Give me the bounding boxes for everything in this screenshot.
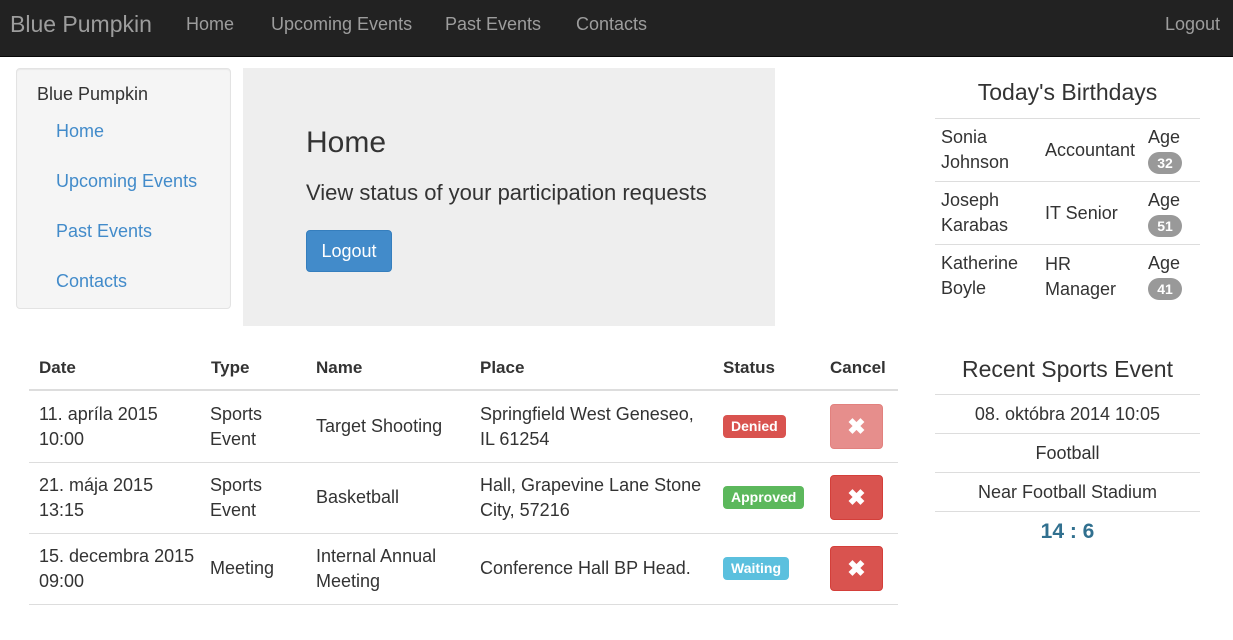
home-jumbotron: Home View status of your participation r… — [243, 68, 775, 326]
nav-link-upcoming-events[interactable]: Upcoming Events — [271, 14, 412, 35]
event-place-cell: Springfield West Geneseo, IL 61254 — [480, 402, 694, 452]
text-line: 11. apríla 2015 — [39, 404, 158, 424]
text-line: Springfield West Geneseo, — [480, 404, 694, 424]
column-header-type: Type — [211, 358, 250, 377]
table-row: 11. apríla 2015 10:00 Sports Event Target Sh… — [29, 391, 898, 463]
event-type-cell: Meeting — [210, 556, 274, 581]
text-line: Katherine — [941, 253, 1019, 273]
age-badge: 41 — [1148, 278, 1182, 300]
age-label: Age — [1148, 253, 1181, 273]
person-name: Katherine Boyle — [941, 251, 1018, 301]
text-line: 09:00 — [39, 571, 85, 591]
text-line: Internal Annual — [316, 546, 437, 566]
text-line: Johnson — [941, 152, 1010, 172]
text-line: IT Senior — [1045, 203, 1118, 223]
text-line: 15. decembra 2015 — [39, 546, 195, 566]
sports-event-title: Recent Sports Event — [962, 356, 1173, 382]
age-label: Age — [1148, 190, 1181, 210]
person-role: IT Senior — [1045, 201, 1118, 226]
column-header-name: Name — [316, 358, 363, 377]
sidebar-item-home[interactable]: Home — [56, 121, 104, 142]
text-line: Sports — [210, 475, 263, 495]
table-row: 21. mája 2015 13:15 Sports Event Basketball H… — [29, 462, 898, 534]
nav-link-home[interactable]: Home — [186, 14, 234, 35]
column-header-cancel: Cancel — [830, 358, 886, 377]
page-subtitle: View status of your participation reques… — [306, 180, 707, 205]
text-line: IL 61254 — [480, 429, 550, 449]
table-row: 15. decembra 2015 09:00 Meeting Internal An… — [29, 533, 898, 605]
sidebar-title: Blue Pumpkin — [37, 84, 149, 104]
birthdays-title: Today's Birthdays — [977, 79, 1158, 105]
close-icon: ✖ — [847, 556, 866, 581]
sports-event-date: 08. októbra 2014 10:05 — [935, 394, 1200, 433]
birthday-row: Sonia Johnson Accountant Age 32 — [935, 118, 1200, 182]
sports-event-score: 14 : 6 — [1040, 520, 1095, 543]
navbar-brand[interactable]: Blue Pumpkin — [10, 11, 152, 38]
sports-event-place: Near Football Stadium — [935, 472, 1200, 512]
text-line: 13:15 — [39, 500, 85, 520]
text-line: Target Shooting — [316, 416, 443, 436]
cancel-button[interactable]: ✖ — [830, 546, 883, 591]
event-type-cell: Sports Event — [210, 473, 262, 523]
top-navbar: Blue Pumpkin Home Upcoming Events Past E… — [0, 0, 1233, 57]
text-line: Karabas — [941, 215, 1009, 235]
event-date-cell: 11. apríla 2015 10:00 — [39, 402, 158, 452]
event-place-cell: Conference Hall BP Head. — [480, 556, 691, 581]
text-line: Conference Hall BP Head. — [480, 558, 691, 578]
text-line: Boyle — [941, 278, 987, 298]
event-date-cell: 21. mája 2015 13:15 — [39, 473, 153, 523]
text-line: Event — [210, 429, 257, 449]
sidebar-item-contacts[interactable]: Contacts — [56, 271, 127, 292]
event-place-cell: Hall, Grapevine Lane Stone City, 57216 — [480, 473, 701, 523]
person-name: Sonia Johnson — [941, 125, 1009, 175]
close-icon: ✖ — [847, 485, 866, 510]
person-role: Accountant — [1045, 138, 1135, 163]
event-name-cell: Basketball — [316, 485, 399, 510]
text-line: HR — [1045, 254, 1071, 274]
nav-link-contacts[interactable]: Contacts — [576, 14, 647, 35]
nav-link-past-events[interactable]: Past Events — [445, 14, 541, 35]
text-line: 21. mája 2015 — [39, 475, 154, 495]
status-badge: Denied — [723, 415, 786, 438]
text-line: City, 57216 — [480, 500, 570, 520]
sidebar: Blue Pumpkin Home Upcoming Events Past E… — [16, 68, 231, 309]
event-name-cell: Target Shooting — [316, 414, 442, 439]
sidebar-item-past-events[interactable]: Past Events — [56, 221, 152, 242]
page-title: Home — [306, 126, 387, 159]
cancel-button[interactable]: ✖ — [830, 475, 883, 520]
text-line: Meeting — [210, 558, 275, 578]
event-name-cell: Internal Annual Meeting — [316, 544, 436, 594]
status-badge: Approved — [723, 486, 805, 509]
person-name: Joseph Karabas — [941, 188, 1008, 238]
text-line: Meeting — [316, 571, 381, 591]
cancel-button[interactable]: ✖ — [830, 404, 883, 449]
text-line: Basketball — [316, 487, 400, 507]
person-role: HR Manager — [1045, 252, 1116, 302]
text-line: Event — [210, 500, 257, 520]
status-badge: Waiting — [723, 557, 790, 580]
age-badge: 32 — [1148, 152, 1182, 174]
column-header-status: Status — [723, 358, 775, 377]
text-line: Hall, Grapevine Lane Stone — [480, 475, 702, 495]
text-line: Manager — [1045, 279, 1117, 299]
text-line: Sonia — [941, 127, 988, 147]
text-line: Sports — [210, 404, 263, 424]
age-badge: 51 — [1148, 215, 1182, 237]
event-date-cell: 15. decembra 2015 09:00 — [39, 544, 194, 594]
text-line: Accountant — [1045, 140, 1136, 160]
column-header-place: Place — [480, 358, 525, 377]
event-type-cell: Sports Event — [210, 402, 262, 452]
column-header-date: Date — [39, 358, 76, 377]
birthday-row: Katherine Boyle HR Manager Age 41 — [935, 244, 1200, 308]
sidebar-item-upcoming-events[interactable]: Upcoming Events — [56, 171, 197, 192]
nav-logout-link[interactable]: Logout — [1165, 14, 1220, 35]
sports-event-sport: Football — [935, 433, 1200, 472]
text-line: 10:00 — [39, 429, 85, 449]
text-line: Joseph — [941, 190, 1000, 210]
close-icon: ✖ — [847, 414, 866, 439]
birthday-row: Joseph Karabas IT Senior Age 51 — [935, 181, 1200, 245]
age-label: Age — [1148, 127, 1181, 147]
logout-button[interactable]: Logout — [306, 230, 392, 272]
